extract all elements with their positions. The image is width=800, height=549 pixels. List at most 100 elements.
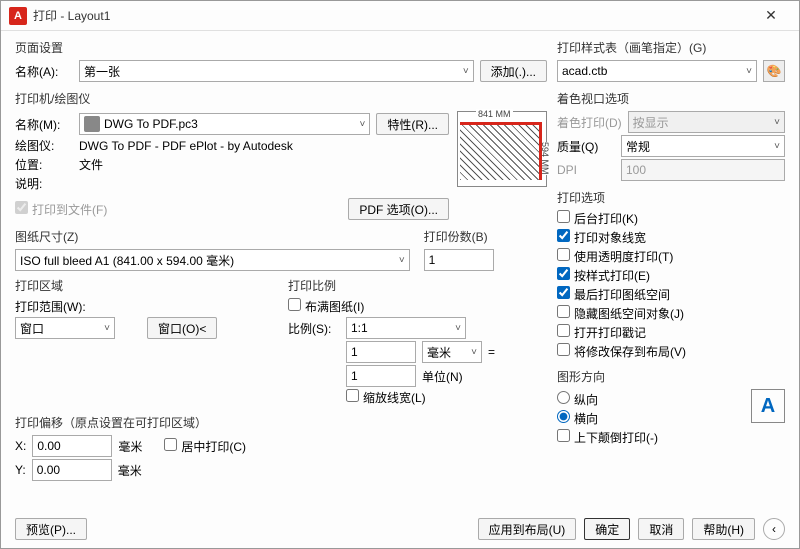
save-to-layout-checkbox[interactable]: 将修改保存到布局(V) [557,343,686,360]
landscape-radio[interactable]: 横向 [557,410,598,427]
plot-offset-legend: 打印偏移（原点设置在可打印区域） [15,414,308,431]
plot-range-value: 窗口 [20,320,44,337]
copies-group: 打印份数(B) 1 [424,228,547,271]
page-setup-group: 页面设置 名称(A): 第一张 添加(.)... [15,39,547,84]
print-to-file-checkbox: 打印到文件(F) [15,201,107,218]
scale-unit1-select[interactable]: 毫米 [422,341,482,363]
window-pick-button[interactable]: 窗口(O)< [147,317,217,339]
preview-button[interactable]: 预览(P)... [15,518,87,540]
quality-select[interactable]: 常规 [621,135,785,157]
plot-with-styles-checkbox[interactable]: 按样式打印(E) [557,267,650,284]
center-plot-checkbox[interactable]: 居中打印(C) [164,438,246,455]
offset-x-unit: 毫米 [118,438,142,455]
pdf-icon [84,116,100,132]
location-label: 位置: [15,156,73,173]
print-dialog: A 打印 - Layout1 ✕ 页面设置 名称(A): 第一张 添加(.)..… [0,0,800,549]
fit-to-paper-label: 布满图纸(I) [305,300,364,314]
style-table-group: 打印样式表（画笔指定）(G) acad.ctb 🎨 [557,39,785,84]
description-label: 说明: [15,175,73,192]
page-setup-name-label: 名称(A): [15,63,73,80]
palette-icon: 🎨 [767,64,782,78]
offset-y-input[interactable]: 0.00 [32,459,112,481]
pdf-options-button[interactable]: PDF 选项(O)... [348,198,449,220]
dpi-value: 100 [626,163,646,177]
style-table-legend: 打印样式表（画笔指定）(G) [557,39,785,56]
help-button[interactable]: 帮助(H) [692,518,755,540]
shade-plot-label: 着色打印(D) [557,114,622,131]
fit-to-paper-checkbox[interactable]: 布满图纸(I) [288,298,364,315]
plot-paperspace-last-checkbox[interactable]: 最后打印图纸空间 [557,286,670,303]
preview-width-label: 841 MM [476,109,513,119]
paper-size-select[interactable]: ISO full bleed A1 (841.00 x 594.00 毫米) [15,249,410,271]
scale-num2-input[interactable]: 1 [346,365,416,387]
ok-button[interactable]: 确定 [584,518,630,540]
scale-num1-value: 1 [351,345,358,359]
hide-paperspace-checkbox[interactable]: 隐藏图纸空间对象(J) [557,305,684,322]
plot-transparency-checkbox[interactable]: 使用透明度打印(T) [557,248,673,265]
printer-name-label: 名称(M): [15,116,73,133]
copies-value: 1 [429,253,436,267]
scale-unit2-label: 单位(N) [422,368,482,385]
scale-unit1-value: 毫米 [427,344,451,361]
plotter-label: 绘图仪: [15,137,73,154]
printer-name-select[interactable]: DWG To PDF.pc3 [79,113,370,135]
offset-y-unit: 毫米 [118,462,142,479]
plot-lineweights-checkbox[interactable]: 打印对象线宽 [557,229,646,246]
preview-hatch [460,122,542,180]
app-logo-icon: A [9,7,27,25]
plot-stamp-checkbox[interactable]: 打开打印戳记 [557,324,646,341]
equals-label: = [488,345,495,359]
scale-label: 比例(S): [288,320,340,337]
copies-legend: 打印份数(B) [424,228,547,245]
style-table-select[interactable]: acad.ctb [557,60,757,82]
chevron-left-icon: ‹ [772,522,776,536]
offset-x-label: X: [15,439,26,453]
plot-range-select[interactable]: 窗口 [15,317,115,339]
page-setup-add-button[interactable]: 添加(.)... [480,60,547,82]
portrait-radio[interactable]: 纵向 [557,391,598,408]
close-button[interactable]: ✕ [751,1,791,31]
background-plot-checkbox[interactable]: 后台打印(K) [557,210,638,227]
plot-options-group: 打印选项 后台打印(K) 打印对象线宽 使用透明度打印(T) 按样式打印(E) … [557,189,785,362]
page-setup-name-select[interactable]: 第一张 [79,60,474,82]
paper-preview: 841 MM 594 MM [457,111,547,187]
offset-x-value: 0.00 [37,439,60,453]
scale-select[interactable]: 1:1 [346,317,466,339]
cancel-button[interactable]: 取消 [638,518,684,540]
shade-plot-value: 按显示 [633,114,669,131]
plot-area-legend: 打印区域 [15,277,274,294]
scale-num1-input[interactable]: 1 [346,341,416,363]
scale-num2-value: 1 [351,369,358,383]
collapse-button[interactable]: ‹ [763,518,785,540]
orientation-icon: A [751,389,785,423]
dpi-input: 100 [621,159,785,181]
paper-size-legend: 图纸尺寸(Z) [15,228,410,245]
plot-scale-group: 打印比例 布满图纸(I) 比例(S): 1:1 1 毫米 = 1 [288,277,547,408]
printer-group: 打印机/绘图仪 名称(M): DWG To PDF.pc3 特性(R)... 绘… [15,90,547,222]
plot-offset-group: 打印偏移（原点设置在可打印区域） X: 0.00 毫米 居中打印(C) Y: 0… [15,414,308,483]
offset-x-input[interactable]: 0.00 [32,435,112,457]
scale-lineweights-label: 缩放线宽(L) [363,391,426,405]
offset-y-label: Y: [15,463,26,477]
dialog-footer: 预览(P)... 应用到布局(U) 确定 取消 帮助(H) ‹ [15,518,785,540]
page-setup-legend: 页面设置 [15,39,547,56]
paper-size-value: ISO full bleed A1 (841.00 x 594.00 毫米) [20,252,234,269]
plot-options-legend: 打印选项 [557,189,785,206]
copies-input[interactable]: 1 [424,249,494,271]
orientation-legend: 图形方向 [557,368,785,385]
location-value: 文件 [79,156,103,173]
shade-plot-select: 按显示 [628,111,785,133]
printer-legend: 打印机/绘图仪 [15,90,547,107]
shaded-viewport-group: 着色视口选项 着色打印(D) 按显示 质量(Q) 常规 DPI 100 [557,90,785,183]
scale-lineweights-checkbox[interactable]: 缩放线宽(L) [346,389,426,406]
style-table-edit-button[interactable]: 🎨 [763,60,785,82]
offset-y-value: 0.00 [37,463,60,477]
scale-value: 1:1 [351,321,368,335]
apply-to-layout-button[interactable]: 应用到布局(U) [478,518,577,540]
center-plot-label: 居中打印(C) [181,440,246,454]
quality-label: 质量(Q) [557,138,615,155]
plot-range-label: 打印范围(W): [15,298,86,315]
printer-properties-button[interactable]: 特性(R)... [376,113,449,135]
style-table-value: acad.ctb [562,64,607,78]
upside-down-checkbox[interactable]: 上下颠倒打印(-) [557,429,658,446]
